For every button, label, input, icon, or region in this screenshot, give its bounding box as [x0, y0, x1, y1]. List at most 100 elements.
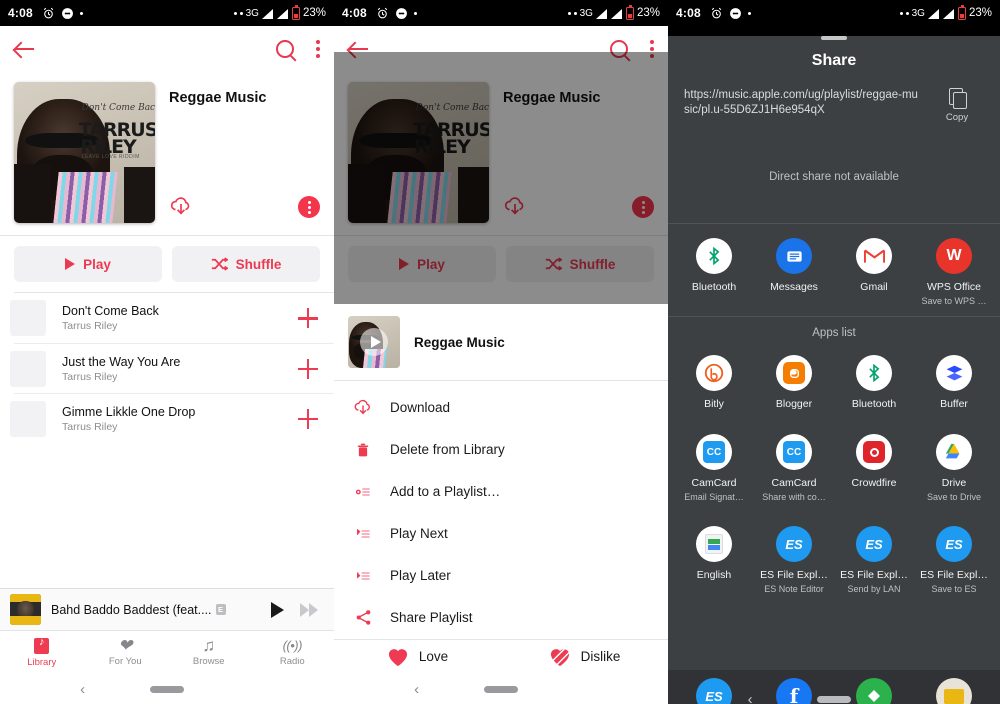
- love-button[interactable]: Love: [334, 640, 501, 674]
- music-app-body-dimmed: Don't Come Back TARRUS RILEY Reggae Musi…: [334, 26, 668, 704]
- panel-context-menu: 4:08 3G 23% Don't Come Back TARRUS RILEY…: [334, 0, 668, 704]
- menu-item-play-later[interactable]: Play Later: [334, 555, 668, 597]
- status-time: 4:08: [342, 6, 367, 20]
- tab-library[interactable]: Library: [0, 631, 84, 674]
- heart-filled-icon: [388, 649, 407, 666]
- menu-item-share-playlist[interactable]: Share Playlist: [334, 597, 668, 639]
- tab-radio[interactable]: ((•)) Radio: [251, 631, 335, 674]
- share-target-camcard-email[interactable]: CC CamCard Email Signat…: [674, 434, 754, 502]
- drag-handle[interactable]: [821, 36, 847, 40]
- share-target-es-send-lan[interactable]: ES ES File Expl… Send by LAN: [834, 526, 914, 594]
- track-artist: Tarrus Riley: [62, 370, 118, 383]
- menu-item-label: Add to a Playlist…: [390, 484, 501, 500]
- table-row[interactable]: Gimme Likkle One Drop Tarrus Riley: [10, 393, 334, 443]
- add-to-playlist-icon: [350, 484, 376, 500]
- status-time: 4:08: [676, 6, 701, 20]
- share-target-label: Bluetooth: [691, 281, 737, 293]
- menu-item-play-next[interactable]: Play Next: [334, 513, 668, 555]
- share-target-label: ES File Expl…: [760, 569, 828, 581]
- track-thumbnail: [10, 300, 46, 336]
- alarm-icon: [711, 7, 722, 18]
- explicit-badge: E: [215, 604, 226, 615]
- shuffle-button[interactable]: Shuffle: [172, 246, 320, 282]
- share-target-wps-office[interactable]: W WPS Office Save to WPS …: [914, 238, 994, 306]
- alarm-icon: [377, 7, 388, 18]
- bluetooth-icon: [856, 355, 892, 391]
- nav-home-pill[interactable]: [817, 695, 851, 703]
- track-text: Don't Come Back Tarrus Riley: [62, 304, 298, 332]
- search-icon[interactable]: [276, 40, 294, 58]
- track-title: Gimme Likkle One Drop: [62, 404, 196, 419]
- library-icon: [34, 636, 50, 654]
- share-target-messages[interactable]: Messages: [754, 238, 834, 306]
- share-target-english[interactable]: English: [674, 526, 754, 594]
- tab-browse[interactable]: ♫ Browse: [167, 631, 251, 674]
- add-track-icon[interactable]: [298, 358, 318, 379]
- share-target-label: ES File Expl…: [840, 569, 908, 581]
- play-overlay-icon[interactable]: [360, 328, 388, 356]
- more-options-icon[interactable]: [298, 196, 320, 218]
- share-target-camcard-share[interactable]: CC CamCard Share with co…: [754, 434, 834, 502]
- kebab-menu-icon[interactable]: [316, 40, 320, 58]
- playlist-artwork[interactable]: Don't Come Back TARRUS RILEY LEAVE LOVE …: [14, 82, 155, 223]
- tab-for-you[interactable]: ❤ For You: [84, 631, 168, 674]
- apps-row-3: English ES ES File Expl… ES Note Editor …: [668, 512, 1000, 604]
- apps-list-label: Apps list: [812, 327, 856, 339]
- sheet-artwork[interactable]: [348, 316, 400, 368]
- play-button[interactable]: Play: [14, 246, 162, 282]
- share-target-bitly[interactable]: Bitly: [674, 355, 754, 410]
- english-keyboard-icon: [696, 526, 732, 562]
- now-playing-controls: [271, 601, 324, 618]
- trash-icon: [350, 441, 376, 459]
- status-time: 4:08: [8, 6, 33, 20]
- signal-bars-icon-1: [595, 8, 608, 19]
- dislike-button[interactable]: Dislike: [501, 640, 668, 674]
- tab-library-label: Library: [27, 656, 57, 668]
- share-target-label: Buffer: [940, 398, 968, 410]
- status-bar: 4:08 3G 23%: [334, 0, 668, 26]
- share-target-es-note-editor[interactable]: ES ES File Expl… ES Note Editor: [754, 526, 834, 594]
- copy-icon: [948, 88, 967, 109]
- share-target-drive[interactable]: Drive Save to Drive: [914, 434, 994, 502]
- nav-back-button[interactable]: ‹: [80, 681, 85, 698]
- table-row[interactable]: Just the Way You Are Tarrus Riley: [10, 343, 334, 393]
- nav-home-pill[interactable]: [484, 685, 518, 693]
- menu-item-delete-from-library[interactable]: Delete from Library: [334, 429, 668, 471]
- share-target-es-save[interactable]: ES ES File Expl… Save to ES: [914, 526, 994, 594]
- nav-back-button[interactable]: ‹: [414, 681, 419, 698]
- table-row[interactable]: Don't Come Back Tarrus Riley: [10, 293, 334, 343]
- share-target-bluetooth-2[interactable]: Bluetooth: [834, 355, 914, 410]
- android-nav-bar: ‹: [334, 674, 668, 704]
- menu-item-label: Share Playlist: [390, 610, 473, 626]
- signal-bars-icon-1: [927, 8, 940, 19]
- status-bar: 4:08 3G 23%: [668, 0, 1000, 26]
- share-target-gmail[interactable]: Gmail: [834, 238, 914, 306]
- add-track-icon[interactable]: [298, 408, 318, 429]
- download-icon[interactable]: [169, 195, 193, 219]
- skip-forward-button[interactable]: [300, 602, 318, 617]
- menu-item-download[interactable]: Download: [334, 387, 668, 429]
- copy-button[interactable]: Copy: [930, 88, 984, 123]
- share-target-bluetooth[interactable]: Bluetooth: [674, 238, 754, 306]
- menu-item-add-to-playlist[interactable]: Add to a Playlist…: [334, 471, 668, 513]
- camcard-icon: CC: [776, 434, 812, 470]
- nav-home-pill[interactable]: [150, 685, 184, 693]
- share-target-buffer[interactable]: Buffer: [914, 355, 994, 410]
- nav-back-button[interactable]: ‹: [748, 691, 753, 704]
- share-target-blogger[interactable]: Blogger: [754, 355, 834, 410]
- play-button-label: Play: [83, 256, 111, 272]
- status-dot-icon-3: [905, 11, 909, 15]
- heart-icon: ❤: [118, 636, 133, 655]
- share-target-label: Bluetooth: [851, 398, 897, 410]
- network-type: 3G: [579, 7, 593, 19]
- play-pause-button[interactable]: [271, 601, 284, 618]
- back-arrow-icon[interactable]: [14, 38, 36, 60]
- now-playing-bar[interactable]: Bahd Baddo Baddest (feat.... E: [0, 588, 334, 630]
- status-dot-icon-3: [573, 11, 577, 15]
- status-dot-icon-2: [233, 11, 237, 15]
- share-target-label: ES File Expl…: [920, 569, 988, 581]
- track-list: Don't Come Back Tarrus Riley Just the Wa…: [0, 293, 334, 443]
- share-target-crowdfire[interactable]: Crowdfire: [834, 434, 914, 502]
- panel-music-playlist: 4:08 3G 23% Don't Come Back TARRUS RILEY…: [0, 0, 334, 704]
- add-track-icon[interactable]: [298, 308, 318, 328]
